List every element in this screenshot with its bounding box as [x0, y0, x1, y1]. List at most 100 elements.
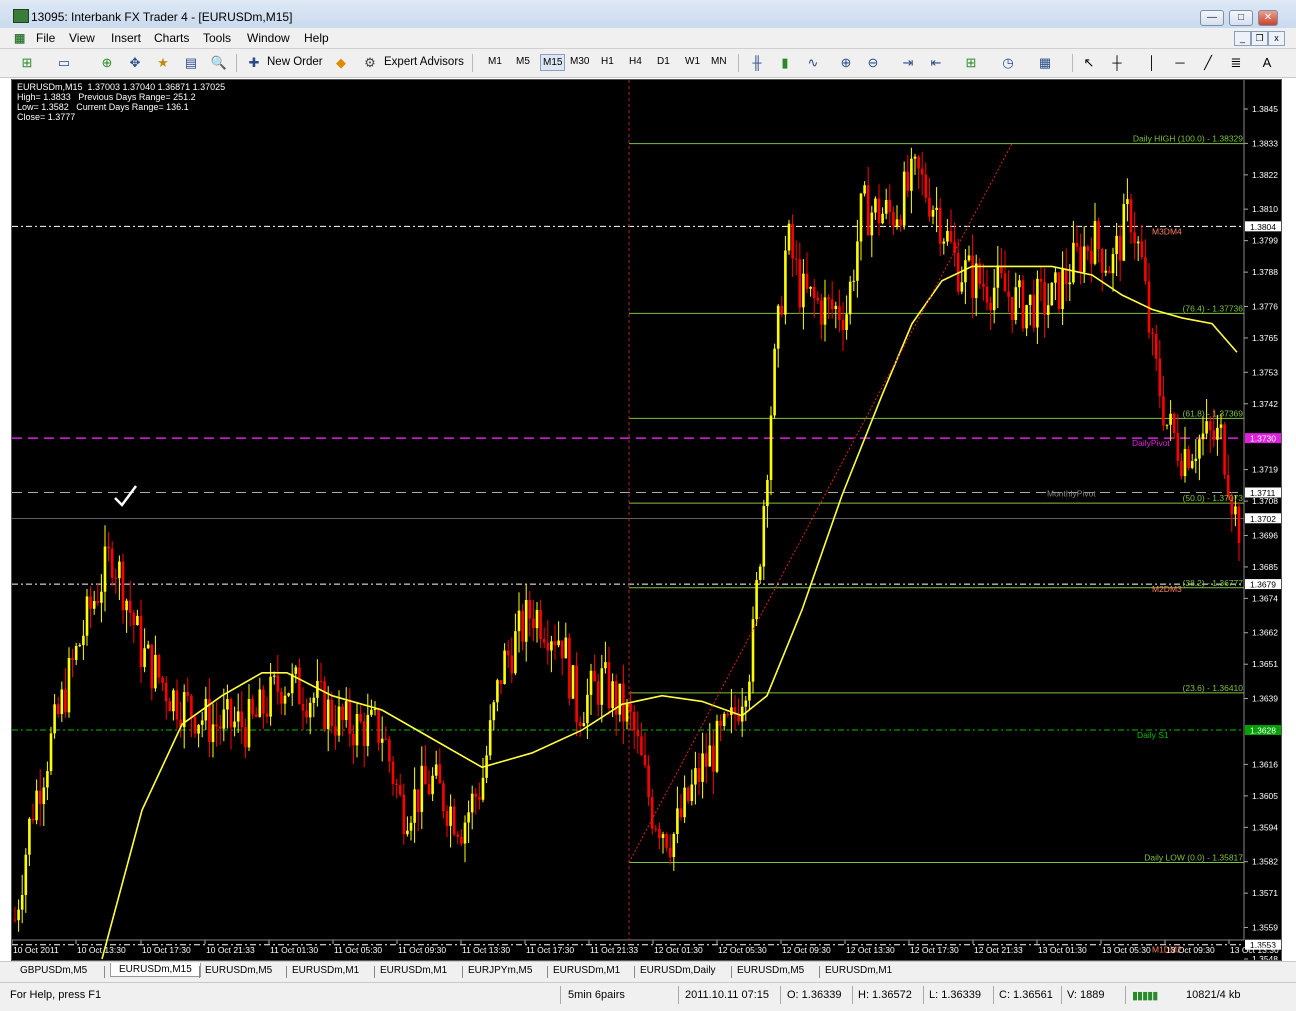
- candle-body: [1046, 305, 1050, 315]
- timeframe-m5[interactable]: M5: [516, 56, 530, 67]
- mdi-restore-button[interactable]: ❐: [1251, 31, 1268, 46]
- chart-tab[interactable]: EURUSDm,M5: [205, 964, 272, 977]
- candle-body: [1039, 278, 1043, 282]
- candle-body: [168, 701, 172, 712]
- close-button[interactable]: ✕: [1258, 10, 1278, 26]
- info-line-high: High= 1.3833 Previous Days Range= 251.2: [17, 92, 196, 102]
- new-chart-icon[interactable]: ⊞: [18, 54, 36, 71]
- expert-advisors-button[interactable]: Expert Advisors: [384, 56, 464, 68]
- maximize-button[interactable]: □: [1229, 10, 1253, 26]
- candle-body: [1201, 433, 1205, 440]
- cursor-icon[interactable]: ↖: [1080, 54, 1098, 71]
- timeframe-m15[interactable]: M15: [540, 54, 566, 71]
- chart-tab[interactable]: EURUSDm,M1: [380, 964, 447, 977]
- indicators-icon[interactable]: ⊞: [962, 54, 980, 71]
- candle-body: [737, 715, 740, 722]
- horizontal-line-icon[interactable]: ─: [1171, 54, 1189, 71]
- chart-tab[interactable]: EURUSDm,M1: [553, 964, 620, 977]
- new-order-button[interactable]: New Order: [267, 56, 323, 68]
- candle-body: [974, 263, 978, 299]
- mdi-close-button[interactable]: x: [1268, 31, 1285, 46]
- candle-body: [431, 775, 434, 795]
- menu-window[interactable]: Window: [247, 31, 290, 45]
- fib-label: (61.8) - 1.37369: [1183, 408, 1244, 418]
- candle-body: [1100, 249, 1104, 273]
- minimize-button[interactable]: —: [1200, 10, 1224, 26]
- timeframe-h4[interactable]: H4: [629, 56, 642, 67]
- metaeditor-icon[interactable]: ◆: [332, 54, 350, 71]
- fib-label: (76.4) - 1.37736: [1183, 303, 1244, 313]
- candle-body: [402, 794, 406, 835]
- mdi-minimize-button[interactable]: _: [1234, 31, 1251, 46]
- timeframe-h1[interactable]: H1: [601, 56, 614, 67]
- crosshair-icon[interactable]: ┼: [1108, 54, 1126, 71]
- market-watch-icon[interactable]: ⊕: [98, 54, 116, 71]
- candle-body: [380, 738, 384, 743]
- navigator-icon[interactable]: ★: [154, 54, 172, 71]
- timeframe-mn[interactable]: MN: [711, 56, 727, 67]
- bar-chart-icon[interactable]: ╫: [748, 54, 766, 71]
- timeframe-w1[interactable]: W1: [685, 56, 700, 67]
- chart-tab[interactable]: EURUSDm,Daily: [640, 964, 716, 977]
- info-line-low: Low= 1.3582 Current Days Range= 136.1: [17, 102, 189, 112]
- zoom-out-icon[interactable]: ⊖: [864, 54, 882, 71]
- candle-body: [24, 854, 28, 895]
- candle-body: [143, 648, 146, 667]
- trendline-icon[interactable]: ╱: [1199, 54, 1217, 71]
- candle-body: [294, 667, 298, 674]
- price-tick-label: 1.3810: [1252, 204, 1278, 214]
- chart-tab[interactable]: GBPUSDm,M5: [20, 964, 87, 977]
- time-tick-label: 13 Oct 01:30: [1038, 945, 1087, 955]
- status-volume: V: 1889: [1067, 989, 1105, 1001]
- new-order-icon[interactable]: ✚: [245, 54, 263, 71]
- candle-body: [474, 793, 478, 797]
- menu-insert[interactable]: Insert: [111, 31, 141, 45]
- terminal-icon[interactable]: ▤: [182, 54, 200, 71]
- candle-body: [125, 600, 128, 611]
- chart-shift-icon[interactable]: ⇤: [927, 54, 945, 71]
- zoom-in-icon[interactable]: ⊕: [837, 54, 855, 71]
- chart-tab[interactable]: EURJPYm,M5: [468, 964, 532, 977]
- timeframe-m1[interactable]: M1: [488, 56, 502, 67]
- candle-body: [1028, 294, 1032, 306]
- chart-tab[interactable]: EURUSDm,M1: [292, 964, 359, 977]
- timeframe-m30[interactable]: M30: [570, 56, 589, 67]
- title-bar: 13095: Interbank FX Trader 4 - [EURUSDm,…: [0, 0, 1296, 29]
- candle-body: [560, 640, 564, 659]
- menu-file[interactable]: File: [36, 31, 55, 45]
- auto-scroll-icon[interactable]: ⇥: [899, 54, 917, 71]
- expert-advisors-icon[interactable]: ⚙: [361, 54, 379, 71]
- chart-tab[interactable]: EURUSDm,M5: [737, 964, 804, 977]
- strategy-tester-icon[interactable]: 🔍: [210, 54, 228, 71]
- candle-body: [776, 305, 780, 349]
- candle-body: [1032, 294, 1036, 328]
- chart-tab[interactable]: EURUSDm,M1: [825, 964, 892, 977]
- candle-body: [413, 789, 416, 823]
- timeframe-d1[interactable]: D1: [657, 56, 670, 67]
- candlestick-icon[interactable]: ▮: [776, 54, 794, 71]
- data-window-icon[interactable]: ✥: [126, 54, 144, 71]
- candle-body: [460, 836, 463, 844]
- text-tool-icon[interactable]: A: [1258, 54, 1276, 71]
- templates-icon[interactable]: ▦: [1036, 54, 1054, 71]
- chart-icon[interactable]: ▦: [14, 31, 25, 45]
- pivot-label: DailyPivot: [1132, 438, 1170, 448]
- menu-help[interactable]: Help: [304, 31, 329, 45]
- candle-body: [625, 703, 629, 722]
- menu-tools[interactable]: Tools: [203, 31, 231, 45]
- menu-view[interactable]: View: [69, 31, 95, 45]
- chart-tab[interactable]: EURUSDm,M15: [110, 963, 201, 977]
- candle-body: [755, 579, 758, 620]
- profiles-icon[interactable]: ▭: [55, 54, 73, 71]
- time-tick-label: 10 Oct 21:33: [206, 945, 255, 955]
- price-chart[interactable]: 1.3845 1.3833 1.3822 1.3810 1.3799 1.3788 1.37…: [11, 79, 1282, 961]
- periods-icon[interactable]: ◷: [999, 54, 1017, 71]
- candle-body: [110, 548, 114, 578]
- vertical-line-icon[interactable]: │: [1143, 54, 1161, 71]
- candle-body: [409, 822, 413, 831]
- line-chart-icon[interactable]: ∿: [804, 54, 822, 71]
- candle-body: [1068, 282, 1072, 285]
- menu-charts[interactable]: Charts: [154, 31, 189, 45]
- candle-body: [550, 641, 553, 651]
- fibonacci-icon[interactable]: ≣: [1227, 54, 1245, 71]
